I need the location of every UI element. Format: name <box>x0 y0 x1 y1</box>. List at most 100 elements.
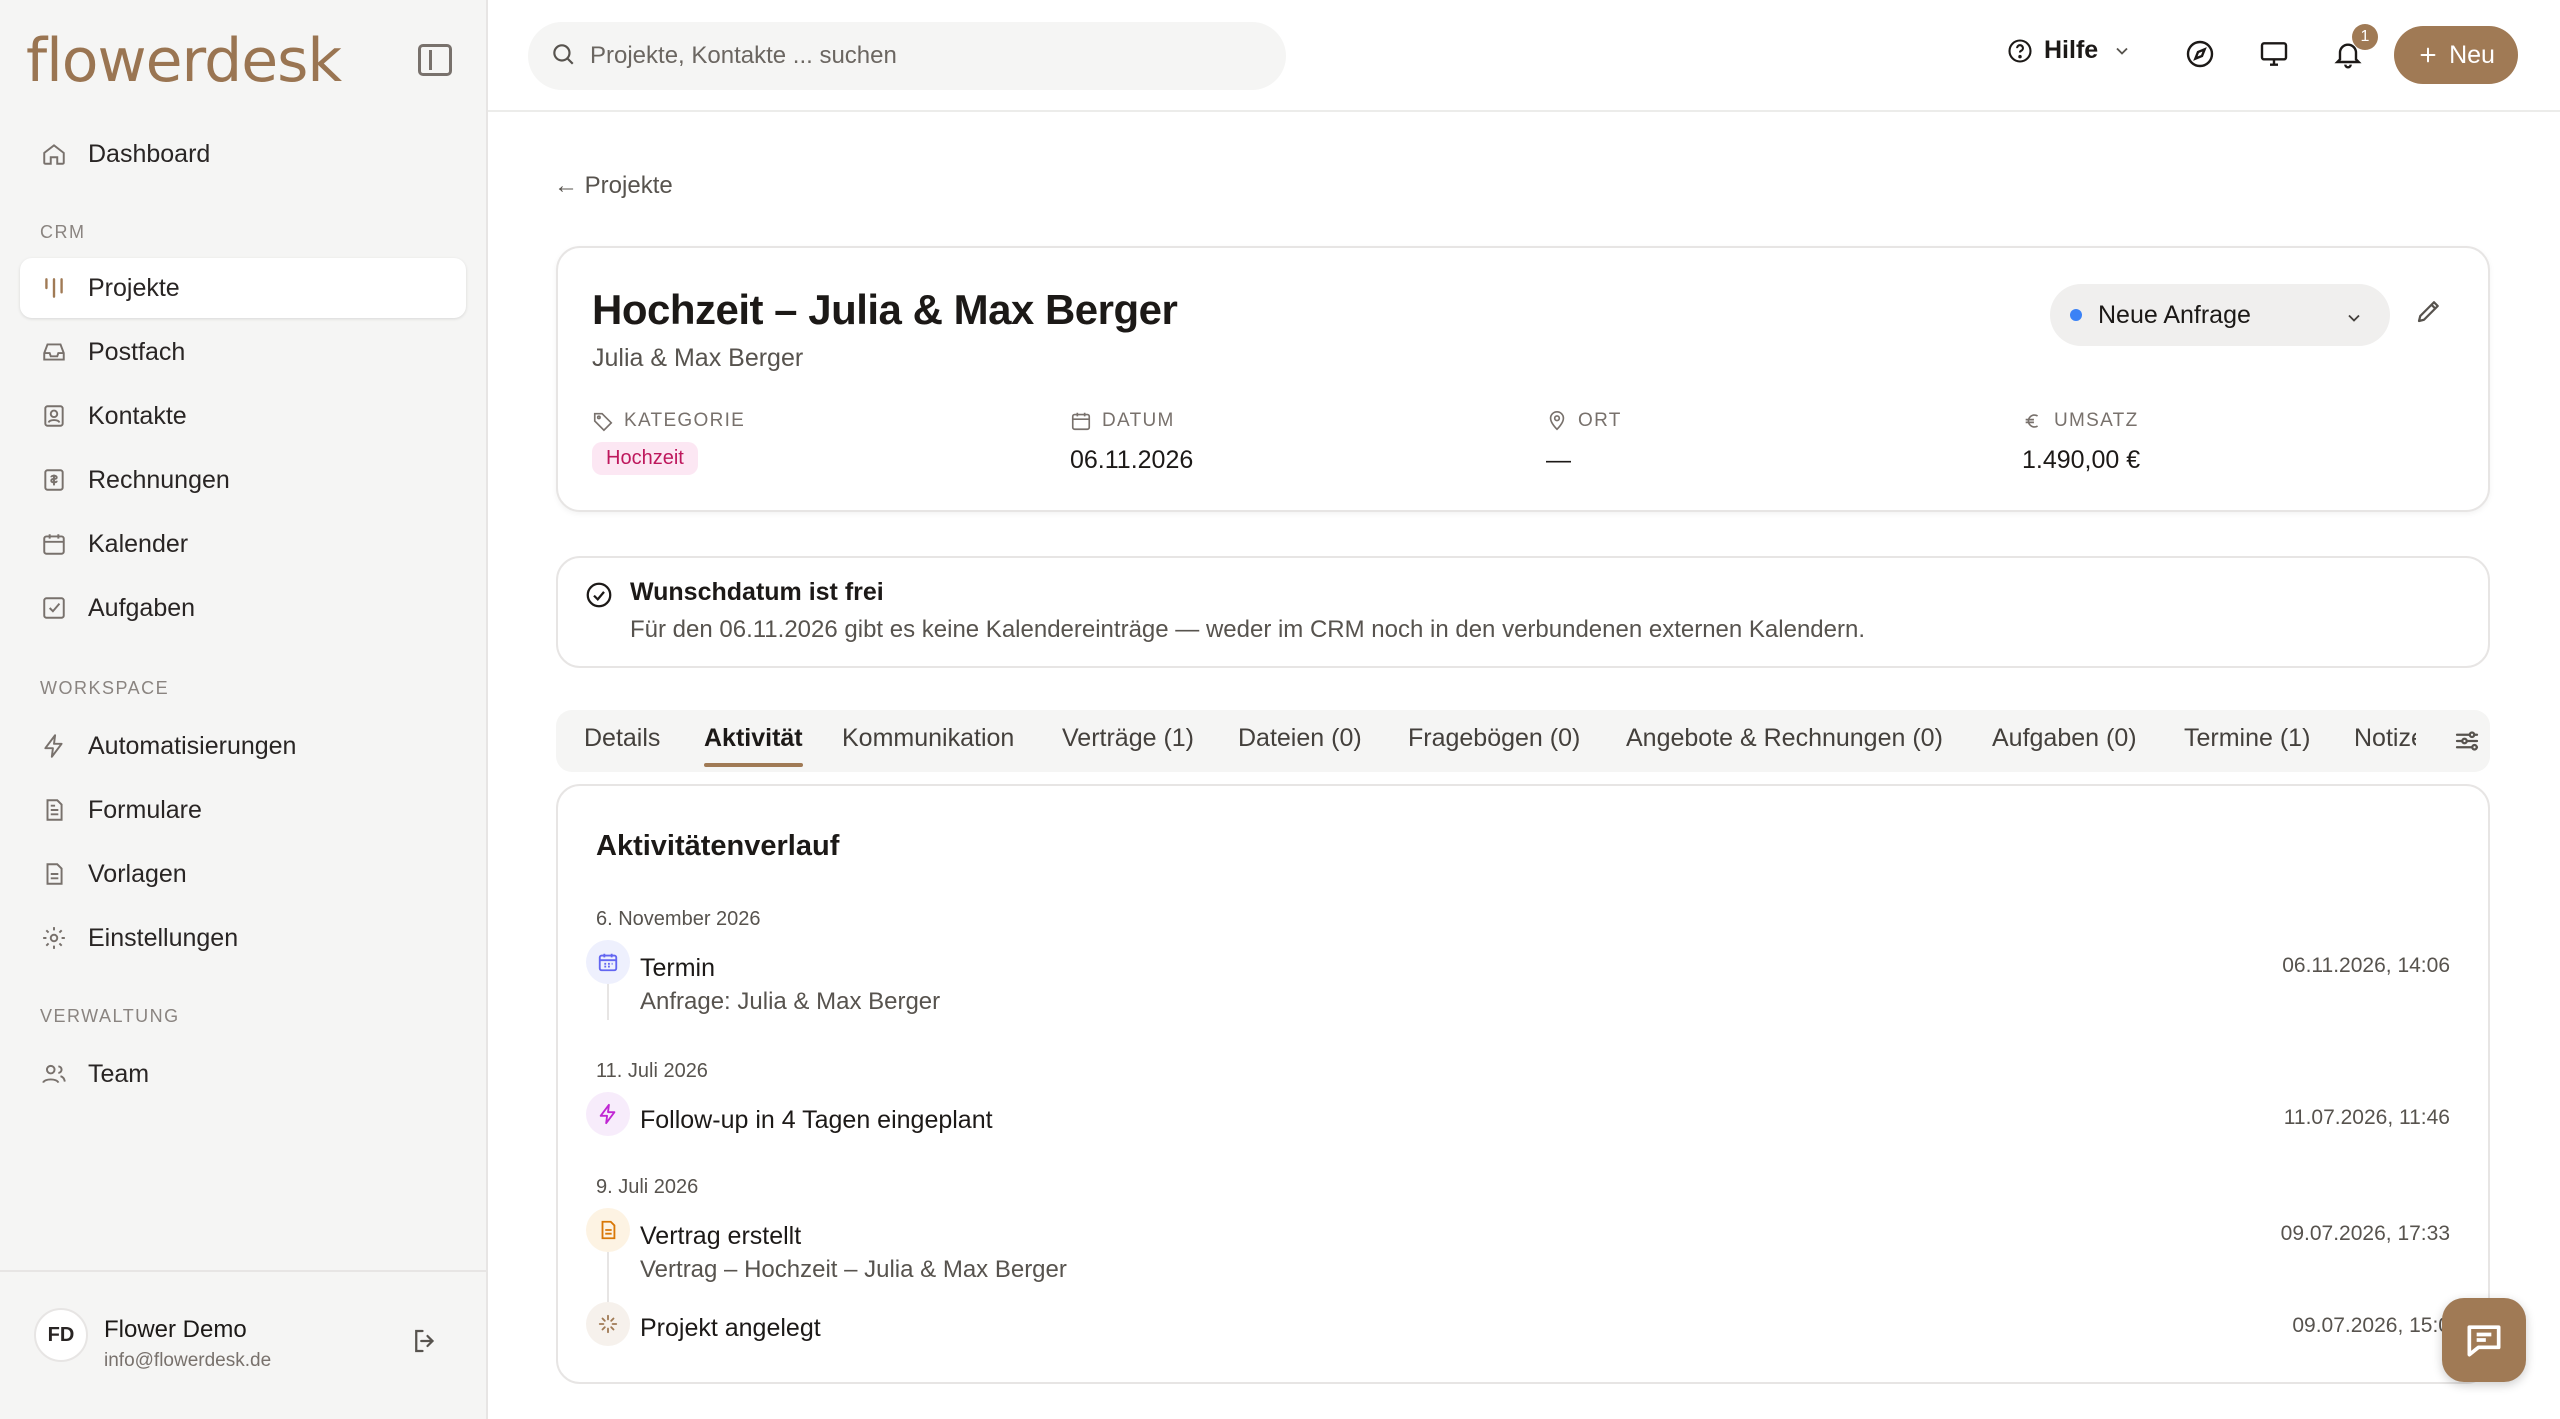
availability-notice: Wunschdatum ist frei Für den 06.11.2026 … <box>556 556 2490 668</box>
invoice-icon <box>40 466 68 494</box>
form-icon <box>40 796 68 824</box>
tab-details[interactable]: Details <box>584 724 660 753</box>
gear-icon <box>40 924 68 952</box>
home-icon <box>40 140 68 168</box>
sidebar-item-label: Kalender <box>88 529 189 558</box>
sidebar-item-einstellungen[interactable]: Einstellungen <box>20 908 466 968</box>
lightning-icon <box>40 732 68 760</box>
chat-bubble-icon <box>2462 1318 2506 1362</box>
datum-value: 06.11.2026 <box>1070 446 1194 474</box>
umsatz-label: UMSATZ <box>2054 410 2139 431</box>
contacts-icon <box>40 402 68 430</box>
sidebar-item-postfach[interactable]: Postfach <box>20 322 466 382</box>
sidebar-collapse-icon[interactable] <box>418 44 452 76</box>
tab-dateien[interactable]: Dateien (0) <box>1238 724 1362 753</box>
status-select[interactable]: Neue Anfrage <box>2050 284 2390 346</box>
help-circle-icon <box>2006 37 2034 65</box>
activity-item-title[interactable]: Termin <box>640 954 715 983</box>
meta-umsatz: UMSATZ 1.490,00 € <box>2022 410 2140 475</box>
activity-item-subtitle: Anfrage: Julia & Max Berger <box>640 988 941 1015</box>
sidebar: flowerdesk Dashboard CRM Projekte Postfa… <box>0 0 488 1419</box>
sidebar-item-label: Aufgaben <box>88 593 196 622</box>
sidebar-item-label: Postfach <box>88 337 186 366</box>
meta-datum: DATUM 06.11.2026 <box>1070 410 1193 475</box>
chat-button[interactable] <box>2442 1298 2526 1382</box>
projects-icon <box>40 274 68 302</box>
topbar: Hilfe 1 Neu <box>488 0 2560 112</box>
activity-item-subtitle: Vertrag – Hochzeit – Julia & Max Berger <box>640 1256 1067 1283</box>
user-email: info@flowerdesk.de <box>104 1350 272 1371</box>
umsatz-value: 1.490,00 € <box>2022 446 2141 474</box>
activity-item-time: 09.07.2026, 15:0 <box>2292 1314 2450 1337</box>
team-icon <box>40 1060 68 1088</box>
activity-item-time: 09.07.2026, 17:33 <box>2280 1222 2450 1245</box>
chevron-down-icon <box>2112 41 2132 61</box>
status-label: Neue Anfrage <box>2098 300 2251 329</box>
activity-item-time: 11.07.2026, 11:46 <box>2283 1106 2450 1129</box>
project-header-card: Hochzeit – Julia & Max Berger Julia & Ma… <box>556 246 2490 512</box>
sidebar-item-label: Vorlagen <box>88 859 187 888</box>
avatar[interactable]: FD <box>34 1308 88 1362</box>
section-label-workspace: WORKSPACE <box>40 678 170 698</box>
tab-angebote-rechnungen[interactable]: Angebote & Rechnungen (0) <box>1626 724 1943 753</box>
sidebar-item-label: Team <box>88 1059 150 1088</box>
kategorie-label: KATEGORIE <box>624 410 746 431</box>
sidebar-item-projekte[interactable]: Projekte <box>20 258 466 318</box>
location-pin-icon <box>1546 410 1568 432</box>
activity-item-time: 06.11.2026, 14:06 <box>2282 954 2450 977</box>
tab-kommunikation[interactable]: Kommunikation <box>842 724 1014 753</box>
sidebar-item-aufgaben[interactable]: Aufgaben <box>20 578 466 638</box>
document-icon <box>586 1208 630 1252</box>
logout-icon[interactable] <box>410 1326 440 1361</box>
activity-item-title[interactable]: Vertrag erstellt <box>640 1222 801 1251</box>
search-bar[interactable] <box>528 22 1286 90</box>
datum-label: DATUM <box>1102 410 1175 431</box>
meta-ort: ORT — <box>1546 410 1622 475</box>
tag-icon <box>592 410 614 432</box>
sidebar-item-kontakte[interactable]: Kontakte <box>20 386 466 446</box>
sidebar-item-vorlagen[interactable]: Vorlagen <box>20 844 466 904</box>
calendar-icon <box>1070 410 1092 432</box>
tab-aufgaben[interactable]: Aufgaben (0) <box>1992 724 2137 753</box>
new-button[interactable]: Neu <box>2394 26 2518 84</box>
tab-aktivitaet[interactable]: Aktivität <box>704 724 803 767</box>
plus-icon <box>2417 44 2439 66</box>
sidebar-item-formulare[interactable]: Formulare <box>20 780 466 840</box>
sidebar-item-team[interactable]: Team <box>20 1044 466 1104</box>
app-logo[interactable]: flowerdesk <box>26 26 342 96</box>
chevron-down-icon <box>2344 306 2364 335</box>
monitor-icon[interactable] <box>2258 38 2290 75</box>
sliders-icon[interactable] <box>2452 726 2482 761</box>
timeline-line <box>607 984 609 1020</box>
inbox-icon <box>40 338 68 366</box>
template-icon <box>40 860 68 888</box>
project-subtitle: Julia & Max Berger <box>592 344 804 372</box>
compass-icon[interactable] <box>2184 38 2216 75</box>
activity-date-heading: 11. Juli 2026 <box>596 1060 708 1082</box>
edit-pencil-icon[interactable] <box>2414 296 2444 331</box>
status-dot <box>2070 309 2082 321</box>
sidebar-item-rechnungen[interactable]: Rechnungen <box>20 450 466 510</box>
back-to-projects-link[interactable]: ← Projekte <box>554 172 673 200</box>
sidebar-item-automatisierungen[interactable]: Automatisierungen <box>20 716 466 776</box>
search-input[interactable] <box>590 42 1190 70</box>
sidebar-item-label: Dashboard <box>88 139 211 168</box>
tab-frageboegen[interactable]: Fragebögen (0) <box>1408 724 1580 753</box>
section-label-verwaltung: VERWALTUNG <box>40 1006 180 1026</box>
meta-kategorie: KATEGORIE Hochzeit <box>592 410 745 475</box>
sidebar-item-kalender[interactable]: Kalender <box>20 514 466 574</box>
project-tabs: Details Aktivität Kommunikation Verträge… <box>556 710 2490 772</box>
euro-icon <box>2022 410 2044 432</box>
sidebar-item-dashboard[interactable]: Dashboard <box>20 124 466 184</box>
activity-item-title[interactable]: Projekt angelegt <box>640 1314 821 1343</box>
tab-vertraege[interactable]: Verträge (1) <box>1062 724 1194 753</box>
timeline-line <box>607 1252 609 1302</box>
help-label: Hilfe <box>2044 36 2099 64</box>
activity-item-title[interactable]: Follow-up in 4 Tagen eingeplant <box>640 1106 993 1135</box>
page-title: Hochzeit – Julia & Max Berger <box>592 286 1178 333</box>
activity-date-heading: 9. Juli 2026 <box>596 1176 699 1198</box>
tasks-icon <box>40 594 68 622</box>
help-dropdown[interactable]: Hilfe <box>2006 36 2132 65</box>
tab-termine[interactable]: Termine (1) <box>2184 724 2310 753</box>
calendar-icon <box>586 940 630 984</box>
